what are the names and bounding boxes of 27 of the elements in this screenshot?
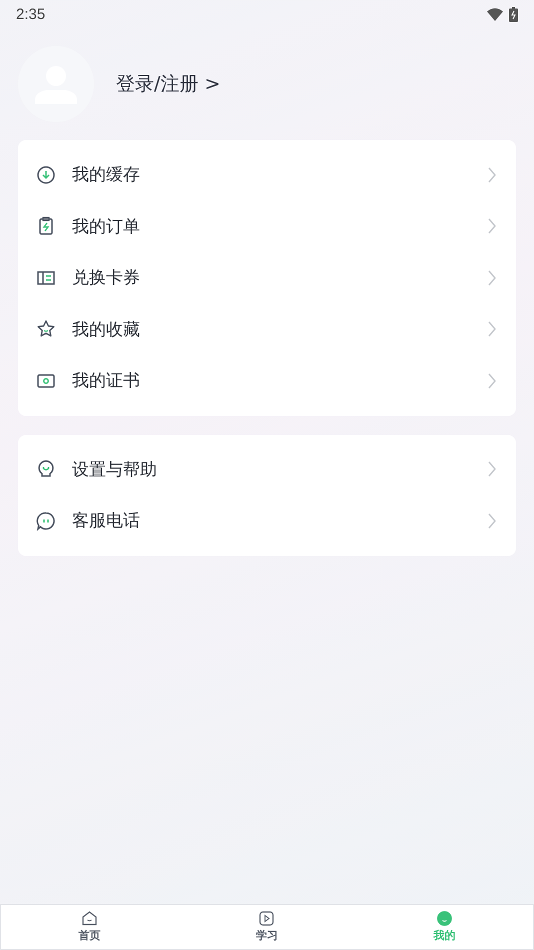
lightbulb-icon <box>36 459 56 480</box>
status-time: 2:35 <box>16 6 46 22</box>
tab[interactable]: 学习 <box>178 905 356 949</box>
chevron-right-icon <box>488 461 496 478</box>
chevron-right-icon <box>488 372 496 389</box>
chevron-right-icon <box>488 270 496 286</box>
menu-item[interactable]: 我的收藏 <box>18 304 516 355</box>
wifi-icon <box>487 8 503 20</box>
menu-item[interactable]: 我的缓存 <box>18 149 516 200</box>
tab[interactable]: 首页 <box>1 905 178 949</box>
chat-bubble-icon <box>36 510 56 531</box>
chevron-right-icon <box>488 166 496 183</box>
face-icon <box>436 911 452 926</box>
chevron-right-icon <box>488 218 496 234</box>
battery-icon <box>509 6 518 22</box>
menu-item[interactable]: 设置与帮助 <box>18 444 516 495</box>
star-icon <box>36 319 56 340</box>
menu-item[interactable]: 兑换卡券 <box>18 252 516 304</box>
chevron-right-icon <box>488 321 496 338</box>
play-icon <box>259 911 274 926</box>
login-link[interactable]: 登录/注册 > <box>116 71 220 97</box>
chevron-right-icon <box>488 512 496 529</box>
menu-item[interactable]: 我的证书 <box>18 355 516 406</box>
menu-item[interactable]: 客服电话 <box>18 495 516 546</box>
home-icon <box>82 911 98 926</box>
download-icon <box>36 164 56 185</box>
menu-item[interactable]: 我的订单 <box>18 200 516 252</box>
